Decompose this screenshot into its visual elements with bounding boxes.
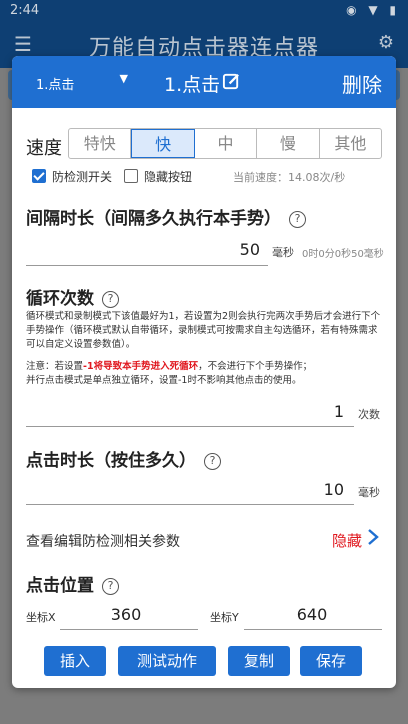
speed-option-very-fast[interactable]: 特快 (69, 129, 132, 158)
help-icon[interactable]: ? (289, 211, 306, 228)
speed-option-slow[interactable]: 慢 (257, 129, 320, 158)
hide-link[interactable]: 隐藏 (332, 530, 362, 551)
help-icon[interactable]: ? (204, 453, 221, 470)
speed-option-fast[interactable]: 快 (131, 129, 195, 158)
copy-button[interactable]: 复制 (228, 646, 290, 676)
loop-underline (26, 426, 354, 427)
coord-x-label: 坐标X (26, 611, 56, 624)
interval-hint: 0时0分0秒50毫秒 (302, 249, 384, 260)
loop-note-suffix: ，不会进行下个手势操作； (198, 361, 313, 372)
loop-value[interactable]: 1 (262, 402, 344, 421)
loop-description: 循环模式和录制模式下该值最好为1，若设置为2则会执行完两次手势后才会进行下个手势… (26, 311, 381, 350)
interval-unit: 毫秒 (272, 246, 294, 259)
press-title: 点击时长（按住多久）? (26, 446, 221, 471)
status-bar: 2:44 ◉ ▼ ▮ (0, 0, 408, 22)
loop-note-2: 并行点击模式是单点独立循环，设置-1时不影响其他点击的使用。 (26, 375, 302, 386)
press-unit: 毫秒 (358, 486, 380, 499)
anti-detect-params-link[interactable]: 查看编辑防检测相关参数 (26, 531, 180, 551)
coord-y-input[interactable]: 640 (250, 605, 374, 624)
test-action-button[interactable]: 测试动作 (118, 646, 216, 676)
status-time: 2:44 (10, 3, 40, 18)
position-title: 点击位置? (26, 571, 119, 596)
current-speed: 当前速度：14.08次/秒 (233, 171, 346, 184)
status-icons: ◉ ▼ ▮ (346, 3, 400, 17)
delete-button[interactable]: 删除 (342, 69, 382, 98)
press-underline (26, 504, 354, 505)
gesture-dropdown[interactable]: 1.点击 ▼ (26, 68, 128, 96)
help-icon[interactable]: ? (102, 291, 119, 308)
hide-button-label[interactable]: 隐藏按钮 (144, 168, 192, 185)
dialog-title: 1.点击 (164, 74, 221, 96)
chevron-down-icon: ▼ (119, 72, 128, 85)
loop-title: 循环次数? (26, 284, 119, 309)
speed-selector: 特快 快 中 慢 其他 (68, 128, 382, 159)
gesture-dropdown-label: 1.点击 (36, 78, 75, 93)
interval-title-text: 间隔时长（间隔多久执行本手势） (26, 209, 281, 229)
loop-unit: 次数 (358, 408, 380, 421)
press-title-text: 点击时长（按住多久） (26, 451, 196, 471)
coord-y-underline (244, 629, 382, 630)
coord-y-label: 坐标Y (210, 611, 239, 624)
position-title-text: 点击位置 (26, 576, 94, 596)
hide-button-checkbox[interactable] (124, 169, 138, 183)
anti-detect-checkbox[interactable] (32, 169, 46, 183)
anti-detect-label[interactable]: 防检测开关 (52, 168, 112, 185)
save-button[interactable]: 保存 (300, 646, 362, 676)
interval-underline (26, 265, 268, 266)
press-value[interactable]: 10 (242, 480, 344, 499)
gesture-edit-dialog: 1.点击 ▼ 1.点击 删除 速度 特快 快 中 慢 其他 防检测开关 隐藏按钮… (12, 56, 396, 688)
chevron-right-icon[interactable] (366, 528, 380, 546)
speed-label: 速度 (26, 138, 62, 159)
loop-note: 注意：若设置-1将导致本手势进入死循环，不会进行下个手势操作； (26, 360, 386, 374)
loop-note-prefix: 注意：若设置 (26, 361, 84, 372)
dialog-header: 1.点击 ▼ 1.点击 删除 (12, 56, 396, 108)
help-icon[interactable]: ? (102, 578, 119, 595)
loop-title-text: 循环次数 (26, 289, 94, 309)
speed-option-medium[interactable]: 中 (195, 129, 258, 158)
insert-button[interactable]: 插入 (44, 646, 106, 676)
interval-value[interactable]: 50 (162, 240, 260, 259)
robot-icon[interactable]: ⚙ (378, 32, 394, 53)
coord-x-underline (60, 629, 198, 630)
coord-x-input[interactable]: 360 (64, 605, 188, 624)
edit-icon[interactable] (222, 72, 241, 91)
loop-note-warning: -1将导致本手势进入死循环 (83, 361, 199, 372)
interval-title: 间隔时长（间隔多久执行本手势）? (26, 204, 306, 229)
speed-option-other[interactable]: 其他 (320, 129, 381, 158)
